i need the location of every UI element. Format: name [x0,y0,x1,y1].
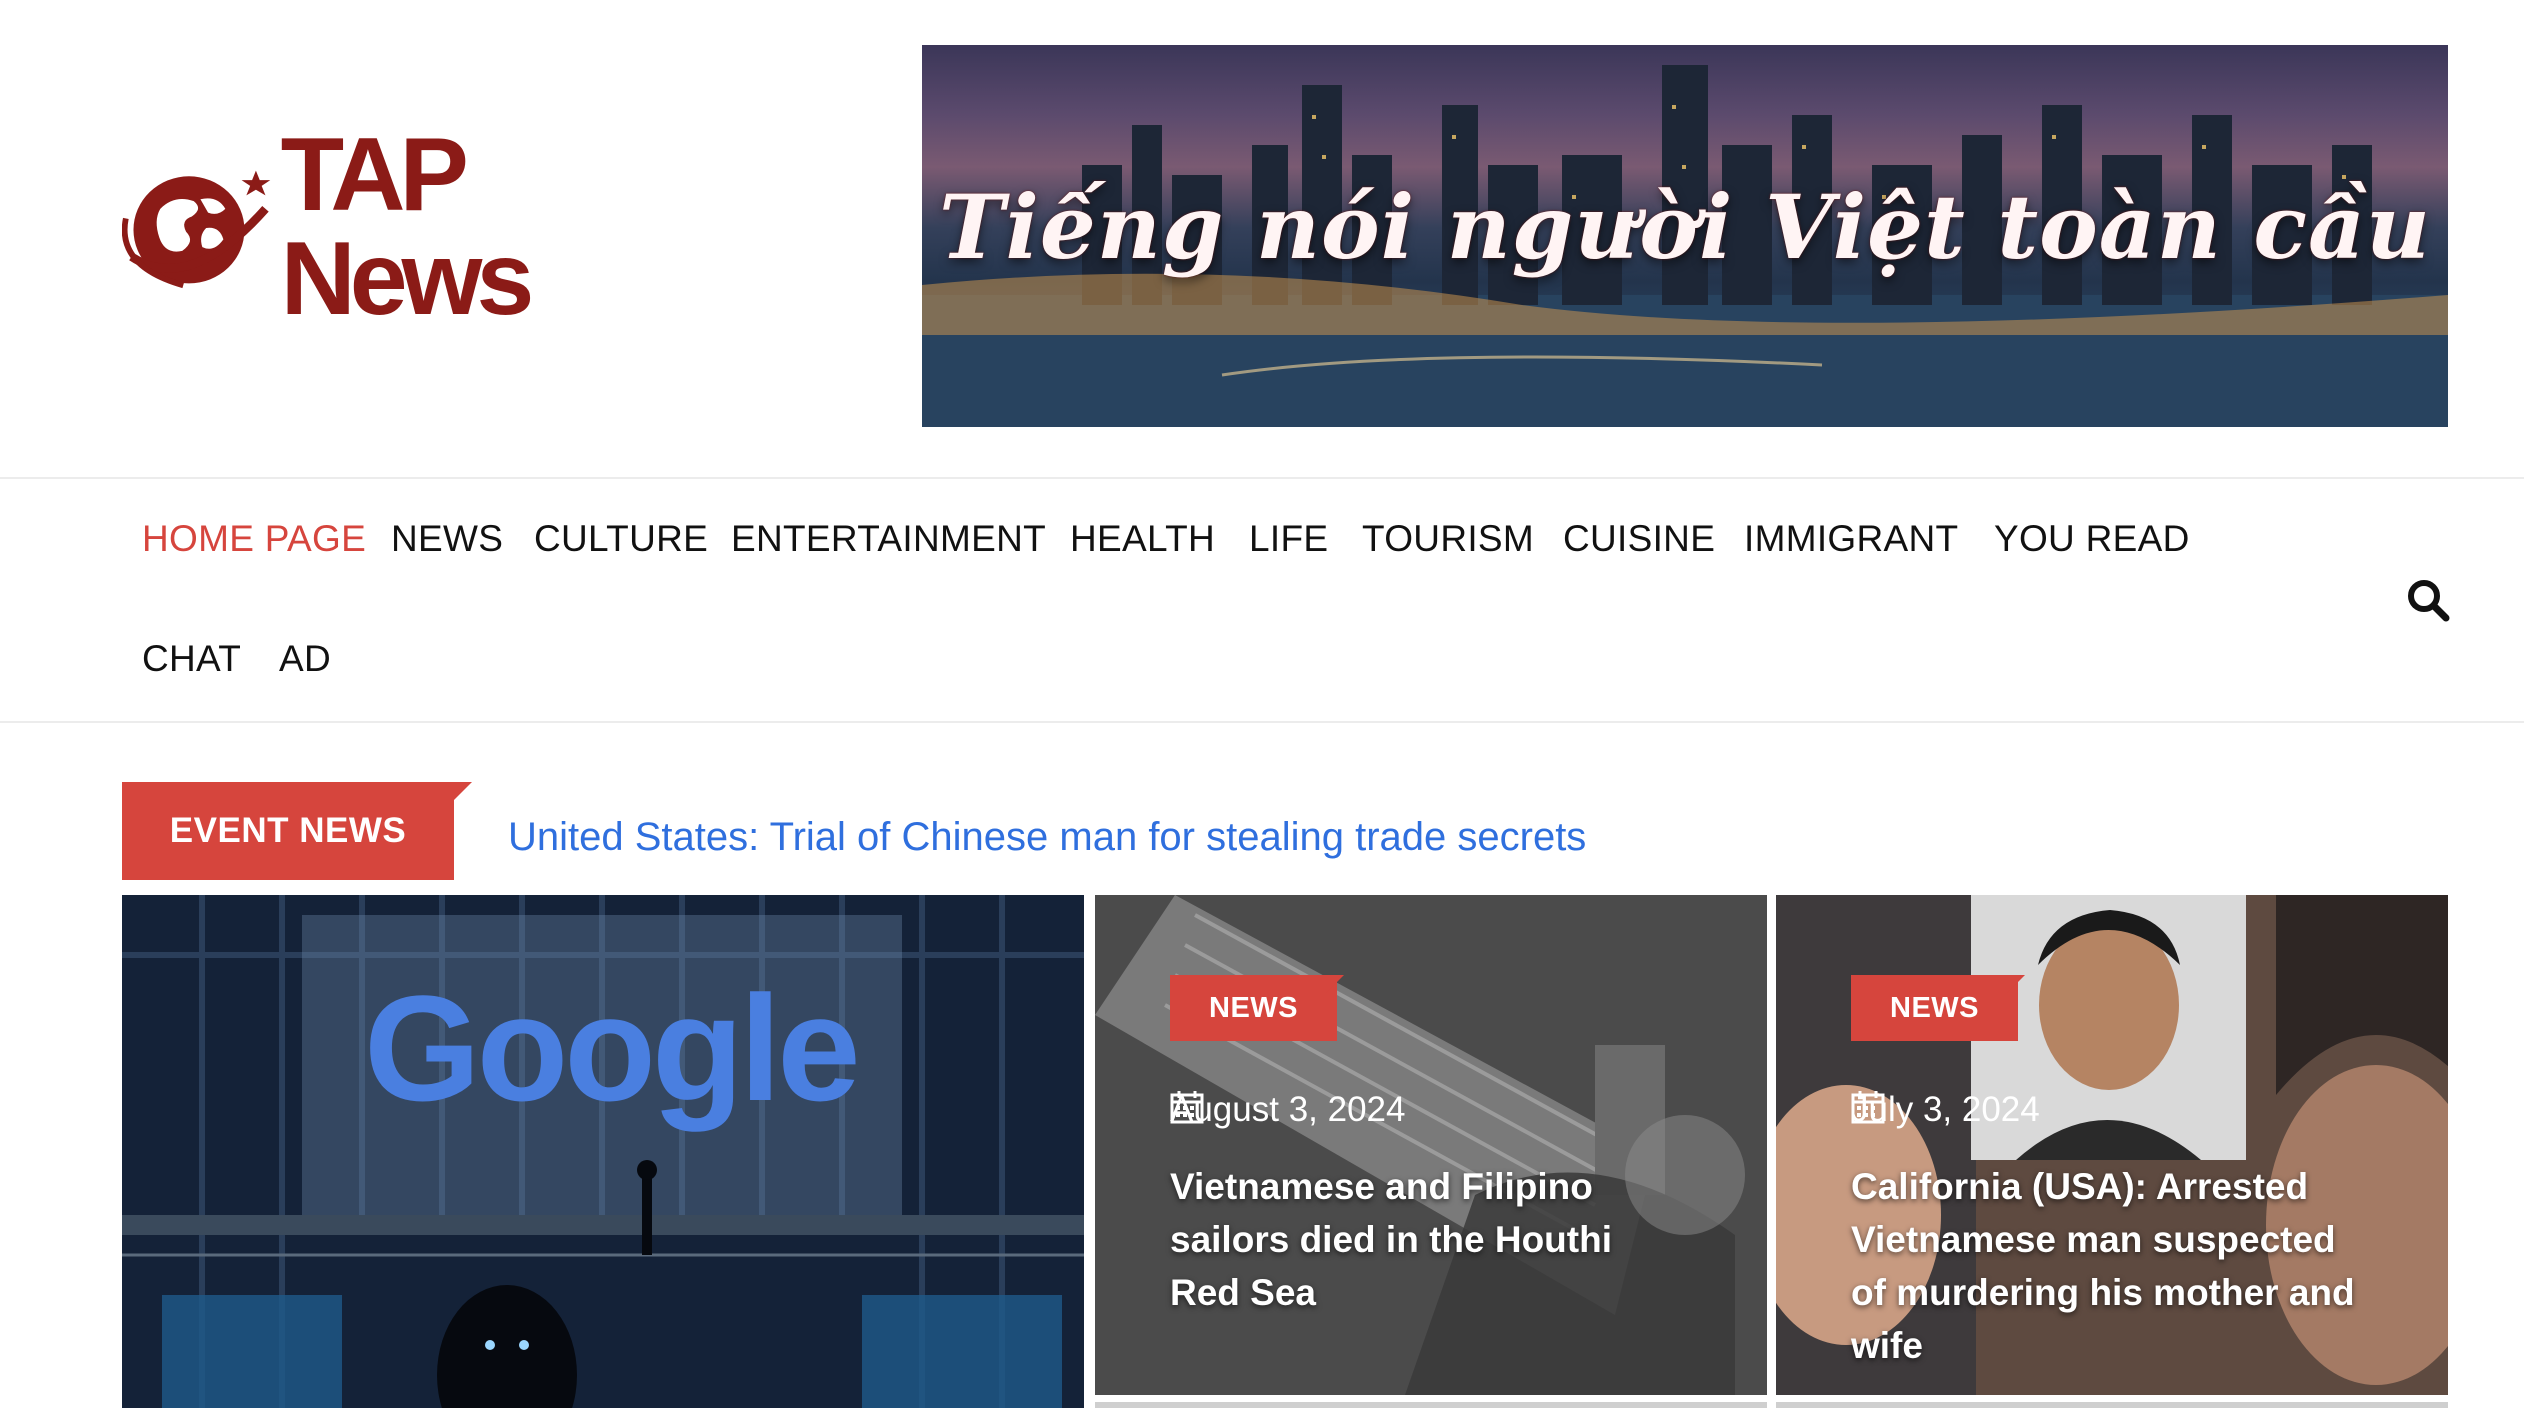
article-date-text: August 3, 2024 [1170,1090,1406,1129]
ticker-label-corner [454,782,472,800]
badge-corner [2007,975,2025,993]
next-card-edge [1095,1402,1767,1408]
featured-article-image: Google [122,895,1084,1408]
ship-attack-image [1095,895,1767,1395]
google-sign-text: Google [364,964,857,1132]
nav-item-you-read[interactable]: YOU READ [1994,518,2190,560]
nav-item-chat[interactable]: CHAT [142,638,241,680]
main-navigation [0,477,2524,723]
nav-item-home-page[interactable]: HOME PAGE [142,518,366,560]
nav-item-entertainment[interactable]: ENTERTAINMENT [731,518,1046,560]
event-news-label: EVENT NEWS [122,782,454,880]
article-headline[interactable]: California (USA): Arrested Vietnamese ma… [1851,1160,2371,1372]
article-date: August 3, 2024 [1170,1090,1405,1130]
nav-item-culture[interactable]: CULTURE [534,518,708,560]
article-card[interactable]: NEWS July 3, 2024 California (USA): Arre… [1776,895,2448,1395]
article-card[interactable]: NEWS August 3, 2024 Vietnamese and Filip… [1095,895,1767,1395]
site-logo[interactable]: TAP News [122,123,712,331]
header-banner[interactable]: Tiếng nói người Việt toàn cầu [922,45,2448,427]
next-card-edge [1776,1402,2448,1408]
nav-item-cuisine[interactable]: CUISINE [1563,518,1715,560]
nav-item-tourism[interactable]: TOURISM [1362,518,1534,560]
article-date: July 3, 2024 [1851,1090,2040,1130]
nav-item-life[interactable]: LIFE [1249,518,1328,560]
banner-slogan: Tiếng nói người Việt toàn cầu [938,175,2432,279]
nav-item-health[interactable]: HEALTH [1070,518,1215,560]
logo-text: TAP News [280,117,535,337]
search-icon[interactable] [2406,578,2450,622]
nav-item-news[interactable]: NEWS [391,518,503,560]
article-headline[interactable]: Vietnamese and Filipino sailors died in … [1170,1160,1690,1319]
featured-article-card[interactable]: Google [122,895,1084,1408]
nav-item-ad[interactable]: AD [279,638,331,680]
badge-corner [1326,975,1344,993]
calendar-icon [1170,1091,1204,1124]
category-badge[interactable]: NEWS [1170,975,1337,1041]
nav-item-immigrant[interactable]: IMMIGRANT [1744,518,1958,560]
globe-logo-icon [122,170,271,289]
ticker-headline-link[interactable]: United States: Trial of Chinese man for … [508,815,1586,860]
calendar-icon [1851,1091,1885,1124]
category-badge[interactable]: NEWS [1851,975,2018,1041]
